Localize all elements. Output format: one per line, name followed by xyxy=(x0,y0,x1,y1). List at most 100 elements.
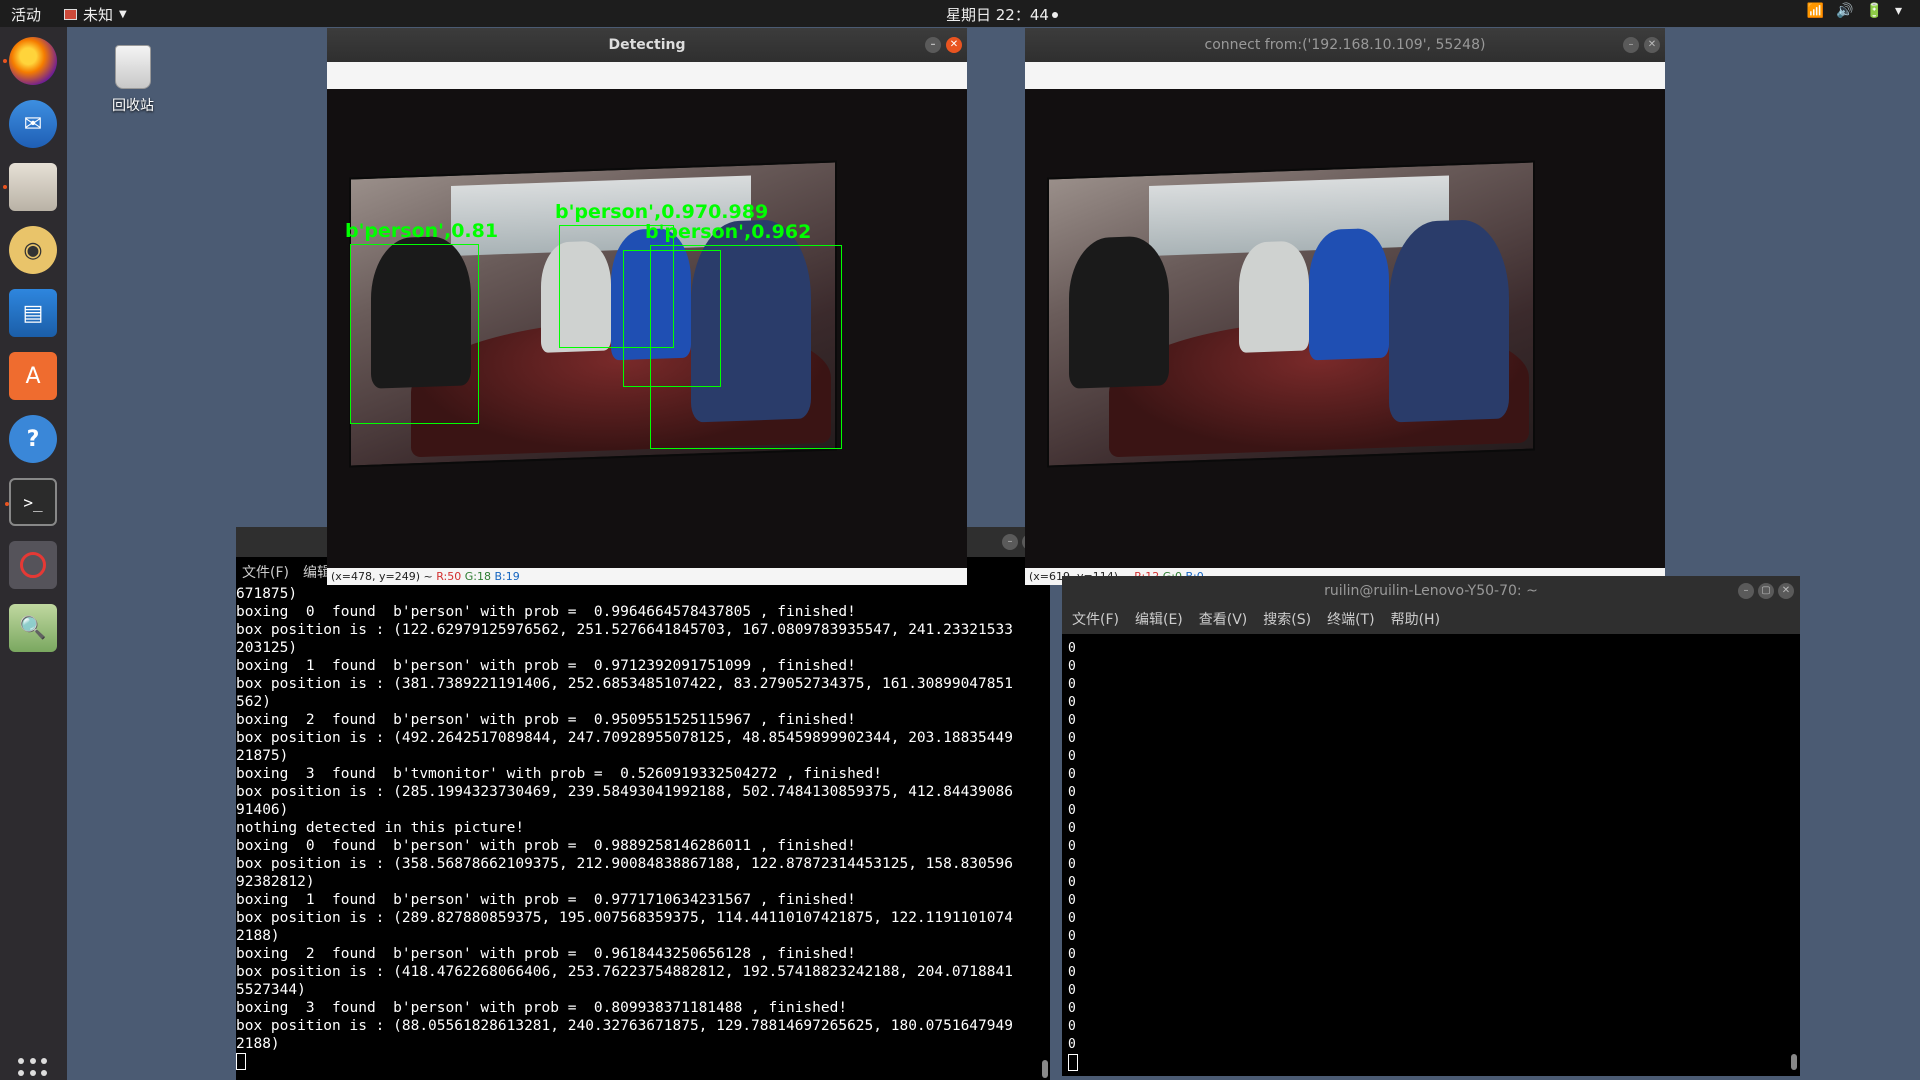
terminal-line: box position is : (381.7389221191406, 25… xyxy=(236,676,1013,692)
terminal-window-right[interactable]: ruilin@ruilin-Lenovo-Y50-70: ~ – ▢ ✕ 文件(… xyxy=(1062,576,1800,1076)
terminal-output[interactable]: 671875) boxing 0 found b'person' with pro… xyxy=(236,585,1048,1072)
terminal-line: boxing 1 found b'person' with prob = 0.9… xyxy=(236,892,856,908)
terminal-line: 0 xyxy=(1068,677,1076,692)
terminal-line: 0 xyxy=(1068,929,1076,944)
detection-box-person xyxy=(650,245,842,449)
window-title: connect from:('192.168.10.109', 55248) xyxy=(1204,37,1486,53)
terminal-line: 0 xyxy=(1068,839,1076,854)
detection-video-frame[interactable]: b'person',0.81 b'person',0.970.989 b'per… xyxy=(327,89,967,568)
close-icon[interactable]: ✕ xyxy=(1644,37,1660,53)
terminal-line: 2188) xyxy=(236,1036,280,1052)
terminal-line: 671875) xyxy=(236,586,298,602)
terminal-line: 0 xyxy=(1068,803,1076,818)
terminal-cursor xyxy=(1068,1054,1078,1071)
menu-help[interactable]: 帮助(H) xyxy=(1391,606,1440,634)
terminal-line: 0 xyxy=(1068,641,1076,656)
tv-screen-image xyxy=(1047,160,1535,468)
terminal-line: box position is : (122.62979125976562, 2… xyxy=(236,622,1013,638)
pixel-b: B:19 xyxy=(494,570,520,583)
terminal-line: 0 xyxy=(1068,659,1076,674)
terminal-scrollbar[interactable] xyxy=(1791,1054,1797,1070)
terminal-line: boxing 2 found b'person' with prob = 0.9… xyxy=(236,946,856,962)
terminal-line: boxing 3 found b'tvmonitor' with prob = … xyxy=(236,766,883,782)
show-applications-icon[interactable] xyxy=(18,1058,48,1080)
detection-box-person xyxy=(350,244,479,424)
remote-stream-window[interactable]: connect from:('192.168.10.109', 55248) –… xyxy=(1025,28,1665,585)
terminal-window-left[interactable]: – ▢ 文件(F) 编辑 671875)boxing 0 found b'per… xyxy=(236,527,1050,1080)
terminal-line: 0 xyxy=(1068,857,1076,872)
remote-titlebar[interactable]: connect from:('192.168.10.109', 55248) –… xyxy=(1025,28,1665,62)
terminal-cursor xyxy=(236,1053,246,1070)
menu-terminal[interactable]: 终端(T) xyxy=(1327,606,1374,634)
detection-label: b'person',0.81 xyxy=(345,220,499,242)
terminal-line: nothing detected in this picture! xyxy=(236,820,525,836)
terminal-titlebar[interactable]: ruilin@ruilin-Lenovo-Y50-70: ~ – ▢ ✕ xyxy=(1062,576,1800,606)
terminal-line: 0 xyxy=(1068,731,1076,746)
terminal-output[interactable]: 0 0 0 0 0 0 0 0 0 0 0 0 0 0 0 0 0 0 0 0 0 0 0 xyxy=(1068,640,1078,1074)
terminal-line: box position is : (358.56878662109375, 2… xyxy=(236,856,1013,872)
terminal-line: 203125) xyxy=(236,640,298,656)
pixel-coords: (x=478, y=249) ~ xyxy=(331,570,437,583)
software-store-icon[interactable]: A xyxy=(9,352,57,400)
detecting-titlebar[interactable]: Detecting – ✕ xyxy=(327,28,967,62)
maximize-icon[interactable]: ▢ xyxy=(1758,583,1774,599)
notification-dot-icon xyxy=(1051,12,1058,18)
minimize-icon[interactable]: – xyxy=(1623,37,1639,53)
chevron-down-icon[interactable]: ▾ xyxy=(1895,3,1902,19)
menu-view[interactable]: 查看(V) xyxy=(1199,606,1248,634)
terminal-line: 0 xyxy=(1068,749,1076,764)
blocked-app-icon[interactable] xyxy=(9,541,57,589)
trash-desktop-icon[interactable]: 回收站 xyxy=(105,45,161,115)
menu-file[interactable]: 文件(F) xyxy=(242,563,289,584)
image-viewer-icon[interactable]: 🔍 xyxy=(9,604,57,652)
terminal-line: boxing 2 found b'person' with prob = 0.9… xyxy=(236,712,856,728)
thunderbird-icon[interactable]: ✉ xyxy=(9,100,57,148)
app-flag-icon xyxy=(64,9,77,20)
wifi-icon[interactable]: 📶 xyxy=(1807,3,1824,19)
terminal-scrollbar[interactable] xyxy=(1042,1060,1048,1078)
terminal-line: box position is : (418.4762268066406, 25… xyxy=(236,964,1013,980)
terminal-line: 5527344) xyxy=(236,982,306,998)
terminal-icon[interactable]: >_ xyxy=(5,478,57,526)
close-icon[interactable]: ✕ xyxy=(1778,583,1794,599)
battery-icon[interactable]: 🔋 xyxy=(1866,3,1883,19)
chevron-down-icon: ▼ xyxy=(119,9,127,20)
activities-button[interactable]: 活动 xyxy=(11,4,41,25)
app-menu[interactable]: 未知 ▼ xyxy=(64,4,127,25)
clock[interactable]: 星期日 22：44 xyxy=(946,4,1058,25)
opencv-toolbar xyxy=(327,62,967,89)
terminal-menu: 文件(F) 编辑(E) 查看(V) 搜索(S) 终端(T) 帮助(H) xyxy=(1062,606,1800,634)
window-title: Detecting xyxy=(608,37,686,53)
dock: ✉ ◉ ▤ A ? >_ 🔍 xyxy=(0,27,67,1080)
terminal-line: 562) xyxy=(236,694,271,710)
remote-video-frame[interactable] xyxy=(1025,89,1665,568)
trash-label: 回收站 xyxy=(112,98,154,114)
system-tray[interactable]: 📶 🔊 🔋 ▾ xyxy=(1807,3,1902,19)
terminal-line: 0 xyxy=(1068,893,1076,908)
volume-icon[interactable]: 🔊 xyxy=(1836,3,1853,19)
terminal-line: box position is : (88.05561828613281, 24… xyxy=(236,1018,1013,1034)
terminal-line: 92382812) xyxy=(236,874,315,890)
detecting-window[interactable]: Detecting – ✕ b'person',0.81 b'person',0… xyxy=(327,28,967,585)
terminal-line: 0 xyxy=(1068,983,1076,998)
terminal-line: box position is : (492.2642517089844, 24… xyxy=(236,730,1013,746)
firefox-icon[interactable] xyxy=(3,37,57,85)
minimize-icon[interactable]: – xyxy=(925,37,941,53)
terminal-line: 0 xyxy=(1068,965,1076,980)
trash-icon xyxy=(115,45,151,89)
terminal-line: 91406) xyxy=(236,802,289,818)
terminal-line: boxing 3 found b'person' with prob = 0.8… xyxy=(236,1000,848,1016)
terminal-line: box position is : (289.827880859375, 195… xyxy=(236,910,1013,926)
menu-edit[interactable]: 编辑(E) xyxy=(1135,606,1183,634)
close-icon[interactable]: ✕ xyxy=(946,37,962,53)
window-title: ruilin@ruilin-Lenovo-Y50-70: ~ xyxy=(1324,583,1538,599)
minimize-icon[interactable]: – xyxy=(1738,583,1754,599)
writer-icon[interactable]: ▤ xyxy=(9,289,57,337)
help-icon[interactable]: ? xyxy=(9,415,57,463)
minimize-icon[interactable]: – xyxy=(1002,534,1018,550)
files-icon[interactable] xyxy=(3,163,57,211)
menu-file[interactable]: 文件(F) xyxy=(1072,606,1119,634)
menu-search[interactable]: 搜索(S) xyxy=(1263,606,1311,634)
opencv-toolbar xyxy=(1025,62,1665,89)
rhythmbox-icon[interactable]: ◉ xyxy=(9,226,57,274)
